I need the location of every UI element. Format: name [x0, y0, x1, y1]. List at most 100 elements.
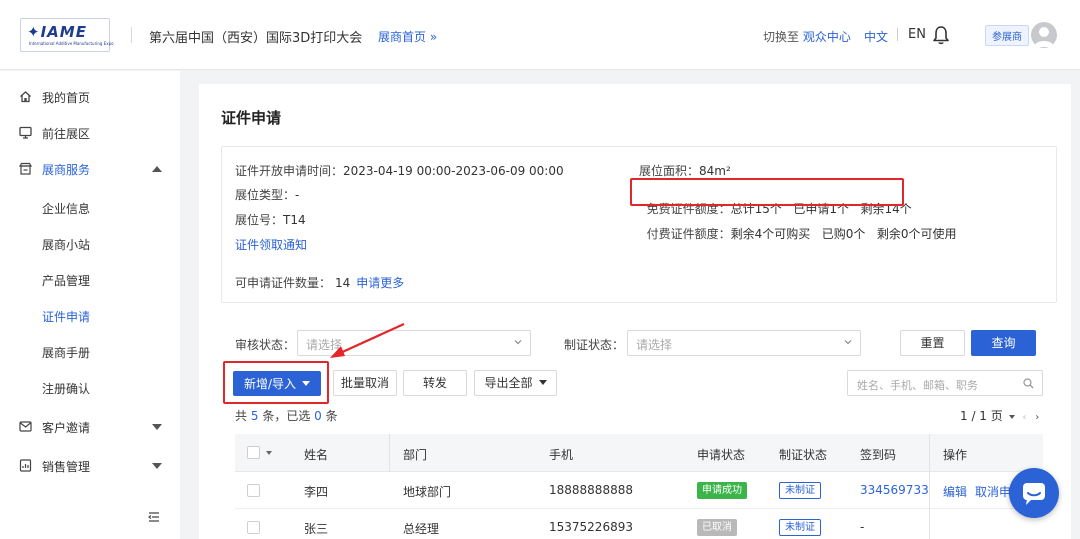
lang-english-link[interactable]: EN [908, 27, 926, 42]
applicable-value: 14 [335, 276, 351, 290]
logo-mark: ✦IAME [27, 23, 87, 41]
event-title: 第六届中国（西安）国际3D打印大会 [149, 31, 363, 46]
booth-area-info: 展位面积：84m² [639, 162, 731, 179]
sidebar-sub-exhibitor-manual[interactable]: 展商手册 [42, 344, 90, 361]
open-time-value: 2023-04-19 00:00-2023-06-09 00:00 [343, 164, 564, 178]
sidebar-sub-certificate-application[interactable]: 证件申请 [42, 308, 90, 325]
sidebar-item-home[interactable]: 我的首页 [0, 82, 180, 112]
iame-logo[interactable]: ✦IAME International Additive Manufacturi… [20, 18, 114, 52]
collapse-sidebar-icon[interactable] [148, 511, 160, 523]
sidebar-item-label: 我的首页 [42, 91, 91, 105]
caret-down-icon [538, 380, 547, 385]
applicable-label: 可申请证件数量： [235, 276, 332, 290]
pagination: 1 / 1 页 ‹ › [960, 407, 1039, 424]
cancel-application-link[interactable]: 取消申 [975, 483, 1011, 500]
row-checkbox[interactable] [247, 521, 260, 534]
sidebar-item-label: 客户邀请 [42, 421, 91, 435]
table-row[interactable]: 张三 总经理 15375226893 已取消 未制证 - [235, 509, 1043, 539]
header-name: 姓名 [304, 448, 329, 462]
next-page-icon[interactable]: › [1035, 412, 1039, 423]
top-header: ✦IAME International Additive Manufacturi… [0, 0, 1080, 70]
chevron-down-icon [514, 340, 522, 345]
search-icon[interactable] [1023, 378, 1034, 389]
cert-status-label: 制证状态： [564, 338, 625, 352]
booth-area-value: 84m² [699, 164, 731, 178]
sidebar-sub-exhibitor-station[interactable]: 展商小站 [42, 236, 90, 253]
cell-phone: 18888888888 [549, 483, 633, 497]
review-status-label: 审核状态： [235, 338, 296, 352]
paid-quota-label: 付费证件额度： [646, 227, 731, 241]
apply-more-link[interactable]: 申请更多 [356, 276, 404, 290]
switch-center: 切换至 观众中心 [763, 28, 851, 45]
header-apply-status: 申请状态 [697, 448, 746, 462]
monitor-icon [19, 126, 32, 139]
sidebar-item-exhibition-area[interactable]: 前往展区 [0, 118, 180, 148]
apply-status-badge: 申请成功 [697, 482, 747, 499]
cell-department: 地球部门 [403, 485, 452, 499]
booth-no-value: T14 [283, 213, 306, 227]
summary-mid: 条，已选 [262, 409, 311, 423]
sidebar-sub-product-management[interactable]: 产品管理 [42, 272, 90, 289]
prev-page-icon[interactable]: ‹ [1022, 412, 1026, 423]
cert-status-badge: 未制证 [779, 519, 821, 536]
sidebar-sub-company-info[interactable]: 企业信息 [42, 200, 90, 217]
add-import-highlight [223, 361, 329, 404]
header-actions: 操作 [943, 448, 968, 462]
user-icon [1034, 27, 1054, 47]
sidebar-item-customer-invite[interactable]: 客户邀请 [0, 412, 180, 442]
open-time-info: 证件开放申请时间：2023-04-19 00:00-2023-06-09 00:… [235, 162, 564, 179]
sidebar-item-exhibitor-service[interactable]: 展商服务 [0, 154, 180, 184]
chart-doc-icon [19, 459, 32, 472]
chat-support-button[interactable] [1009, 468, 1059, 518]
booth-type-value: - [295, 188, 300, 202]
lang-chinese-link[interactable]: 中文 [864, 28, 888, 45]
query-button[interactable]: 查询 [971, 330, 1036, 356]
apply-status-badge: 已取消 [697, 519, 737, 536]
notice-info: 证件领取通知 [235, 236, 307, 253]
select-all-checkbox[interactable] [247, 446, 260, 459]
summary-total: 5 [250, 409, 259, 423]
visitor-center-link[interactable]: 观众中心 [803, 30, 851, 44]
search-placeholder: 姓名、手机、邮箱、职务 [857, 379, 978, 392]
certificate-pickup-notice-link[interactable]: 证件领取通知 [235, 238, 307, 252]
reset-button[interactable]: 重置 [900, 330, 965, 356]
sidebar-item-label: 展商服务 [42, 163, 91, 177]
header-phone: 手机 [549, 448, 574, 462]
forward-button[interactable]: 转发 [403, 370, 467, 396]
sidebar-item-label: 前往展区 [42, 127, 91, 141]
table-row[interactable]: 李四 地球部门 18888888888 申请成功 未制证 33456973343… [235, 472, 1043, 509]
home-icon [20, 91, 31, 103]
exhibitor-home-link[interactable]: 展商首页 » [378, 28, 437, 45]
search-input[interactable]: 姓名、手机、邮箱、职务 [847, 370, 1043, 396]
mail-icon [19, 421, 32, 432]
open-time-label: 证件开放申请时间： [235, 164, 344, 178]
header-divider [131, 27, 132, 43]
select-dropdown-icon[interactable] [266, 451, 272, 455]
header-checkin-code: 签到码 [860, 448, 897, 462]
cell-checkin-code[interactable]: 334569733430 [860, 483, 928, 497]
annotation-arrow-icon [330, 322, 405, 358]
sidebar-item-sales-management[interactable]: 销售管理 [0, 451, 180, 481]
sidebar-sub-registration-confirm[interactable]: 注册确认 [42, 380, 90, 397]
avatar[interactable] [1031, 22, 1057, 48]
column-divider [389, 434, 390, 472]
chat-icon [1023, 483, 1045, 505]
booth-type-info: 展位类型：- [235, 186, 299, 203]
page-dropdown-icon[interactable] [1008, 415, 1015, 419]
export-all-label: 导出全部 [484, 376, 533, 390]
paid-quota-value: 剩余4个可购买 已购0个 剩余0个可使用 [730, 227, 957, 241]
export-all-button[interactable]: 导出全部 [474, 370, 557, 396]
header-department: 部门 [403, 448, 428, 462]
sidebar-item-label: 销售管理 [42, 460, 91, 474]
logo-subtitle: International Additive Manufacturing Exp… [29, 41, 114, 46]
edit-link[interactable]: 编辑 [943, 483, 967, 500]
booth-no-label: 展位号： [235, 213, 284, 227]
batch-cancel-button[interactable]: 批量取消 [333, 370, 397, 396]
bell-icon[interactable] [932, 25, 950, 45]
column-divider [929, 472, 930, 509]
lang-divider [897, 28, 898, 41]
role-badge[interactable]: 参展商 [985, 25, 1029, 46]
row-checkbox[interactable] [247, 484, 260, 497]
cell-name: 李四 [304, 485, 329, 499]
cert-status-select[interactable]: 请选择 [627, 330, 861, 356]
